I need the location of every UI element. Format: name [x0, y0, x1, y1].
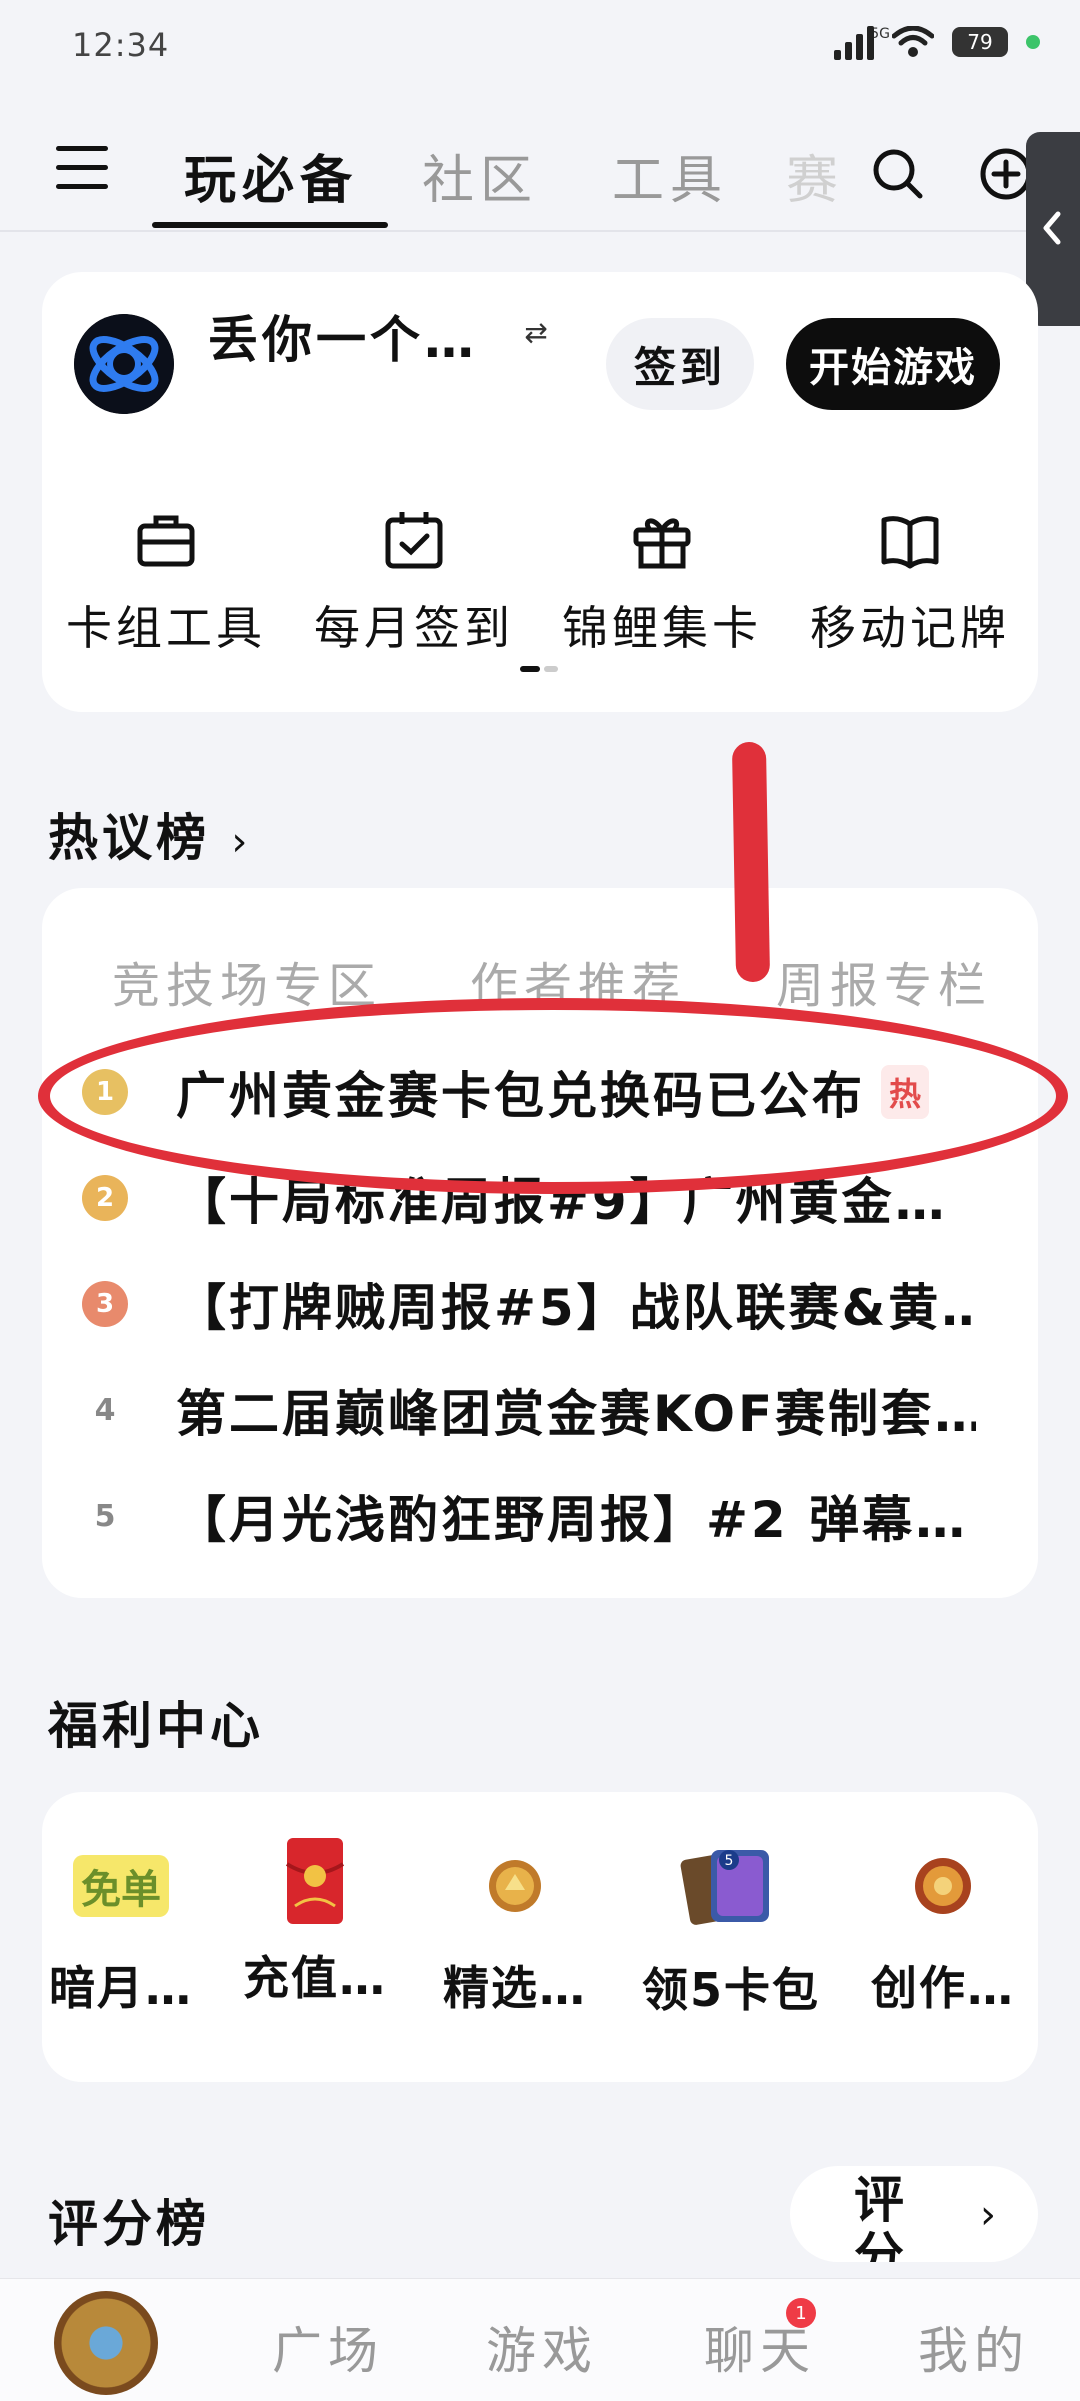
bottom-nav: 广场 游戏 聊天 我的 — [0, 2278, 1080, 2401]
home-game-icon[interactable] — [54, 2291, 158, 2395]
tools-pager — [520, 666, 558, 672]
tab-arena[interactable]: 竞技场专区 — [112, 946, 382, 1016]
tool-koi-cards[interactable]: 锦鲤集卡 — [538, 508, 786, 658]
nav-plaza[interactable]: 广场 — [272, 2311, 384, 2383]
card-pack-count: 5 — [725, 1853, 734, 1869]
list-item[interactable]: 3 【打牌贼周报#5】战队联赛&黄… — [82, 1264, 1022, 1344]
battery-icon: 79 — [952, 27, 1008, 57]
username[interactable]: 丢你一个… — [208, 300, 478, 372]
welfare-label: 暗月… — [49, 1961, 193, 2015]
active-tab-indicator — [152, 222, 388, 228]
search-icon[interactable] — [870, 146, 926, 202]
tool-label: 每月签到 — [314, 601, 514, 655]
welfare-item[interactable]: 创作… — [858, 1846, 1028, 2018]
book-icon — [881, 516, 939, 569]
privacy-dot-icon — [1026, 35, 1040, 49]
chevron-right-icon: › — [980, 2192, 996, 2238]
top-nav: 玩必备 社区 工具 赛 — [0, 110, 1080, 232]
rating-square-label: 评分广场 — [854, 2171, 910, 2262]
tab-tournament[interactable]: 赛 — [786, 138, 844, 213]
rating-square-button[interactable]: 评分广场 › — [790, 2166, 1038, 2262]
hot-list-title-text: 热议榜 — [48, 809, 210, 867]
chevron-left-icon — [1043, 211, 1061, 245]
welfare-item[interactable]: 5 领5卡包 — [642, 1846, 821, 2020]
briefcase-icon — [137, 515, 195, 567]
annotation-circle — [38, 998, 1068, 1194]
nav-games[interactable]: 游戏 — [486, 2311, 598, 2383]
tool-deck[interactable]: 卡组工具 — [42, 508, 290, 658]
calendar-check-icon — [385, 512, 443, 569]
rank-number: 5 — [94, 1498, 116, 1534]
rating-title: 评分榜 — [48, 2195, 210, 2253]
signin-button[interactable]: 签到 — [606, 318, 754, 410]
hot-list-title[interactable]: 热议榜 › — [48, 798, 251, 870]
wifi-icon — [892, 26, 934, 57]
list-item[interactable]: 4 第二届巅峰团赏金赛KOF赛制套… — [82, 1370, 1022, 1450]
hot-item-title: 第二届巅峰团赏金赛KOF赛制套… — [176, 1385, 976, 1443]
welfare-item[interactable]: 免单 暗月… — [46, 1846, 196, 2018]
hot-item-title: 【打牌贼周报#5】战队联赛&黄… — [176, 1279, 976, 1337]
card-pack-icon: 5 — [680, 1850, 769, 1925]
red-packet-icon — [285, 1838, 345, 1924]
tab-tools[interactable]: 工具 — [612, 138, 728, 213]
annotation-stroke — [731, 741, 771, 983]
switch-account-icon[interactable]: ⇄ — [512, 312, 560, 352]
tool-label: 卡组工具 — [66, 601, 266, 655]
welfare-title: 福利中心 — [48, 1697, 264, 1755]
welfare-item[interactable]: 精选… — [440, 1846, 590, 2018]
coin-icon — [489, 1860, 541, 1912]
tool-label: 锦鲤集卡 — [562, 601, 762, 655]
hot-item-title: 【月光浅酌狂野周报】#2 弹幕… — [176, 1491, 969, 1549]
hot-list-card: 竞技场专区 作者推荐 周报专栏 1 广州黄金赛卡包兑换码已公布 热 2 【十局标… — [42, 888, 1038, 1598]
tab-community[interactable]: 社区 — [422, 138, 538, 213]
list-item[interactable]: 5 【月光浅酌狂野周报】#2 弹幕… — [82, 1476, 1022, 1556]
status-icons: 79 — [834, 24, 1040, 60]
chevron-right-icon: › — [231, 819, 252, 865]
tool-monthly-signin[interactable]: 每月签到 — [290, 508, 538, 658]
nav-me[interactable]: 我的 — [918, 2311, 1030, 2383]
tool-label: 移动记牌 — [810, 601, 1010, 655]
gift-icon — [633, 518, 691, 569]
signal-icon — [834, 24, 874, 60]
chat-unread-badge: 1 — [786, 2298, 816, 2328]
tab-essentials[interactable]: 玩必备 — [184, 138, 358, 213]
profile-card: 丢你一个… ⇄ 签到 开始游戏 卡组工具 每月签到 锦鲤集卡 移动记牌 — [42, 272, 1038, 712]
free-order-icon-text: 免单 — [73, 1855, 169, 1917]
welfare-label: 创作… — [871, 1961, 1015, 2015]
welfare-label: 精选… — [443, 1961, 587, 2015]
welfare-label: 充值… — [243, 1951, 387, 2005]
status-time: 12:34 — [72, 26, 170, 64]
free-order-icon: 免单 — [46, 1846, 196, 1926]
tool-card-tracker[interactable]: 移动记牌 — [786, 508, 1034, 658]
start-game-button[interactable]: 开始游戏 — [786, 318, 1000, 410]
rank-number: 4 — [94, 1392, 116, 1428]
menu-icon[interactable] — [56, 146, 108, 190]
welfare-item[interactable]: 充值… — [240, 1838, 390, 2008]
rank-badge: 2 — [82, 1175, 128, 1221]
avatar[interactable] — [74, 314, 174, 414]
rank-badge: 3 — [82, 1281, 128, 1327]
medal-icon — [915, 1858, 971, 1914]
welfare-card: 免单 暗月… 充值… 精选… 5 领5卡包 创作… — [42, 1792, 1038, 2082]
status-bar: 12:34 5G 79 — [0, 0, 1080, 100]
game-logo-icon — [74, 314, 174, 414]
welfare-label: 领5卡包 — [642, 1963, 821, 2017]
tab-weekly[interactable]: 周报专栏 — [776, 946, 992, 1016]
